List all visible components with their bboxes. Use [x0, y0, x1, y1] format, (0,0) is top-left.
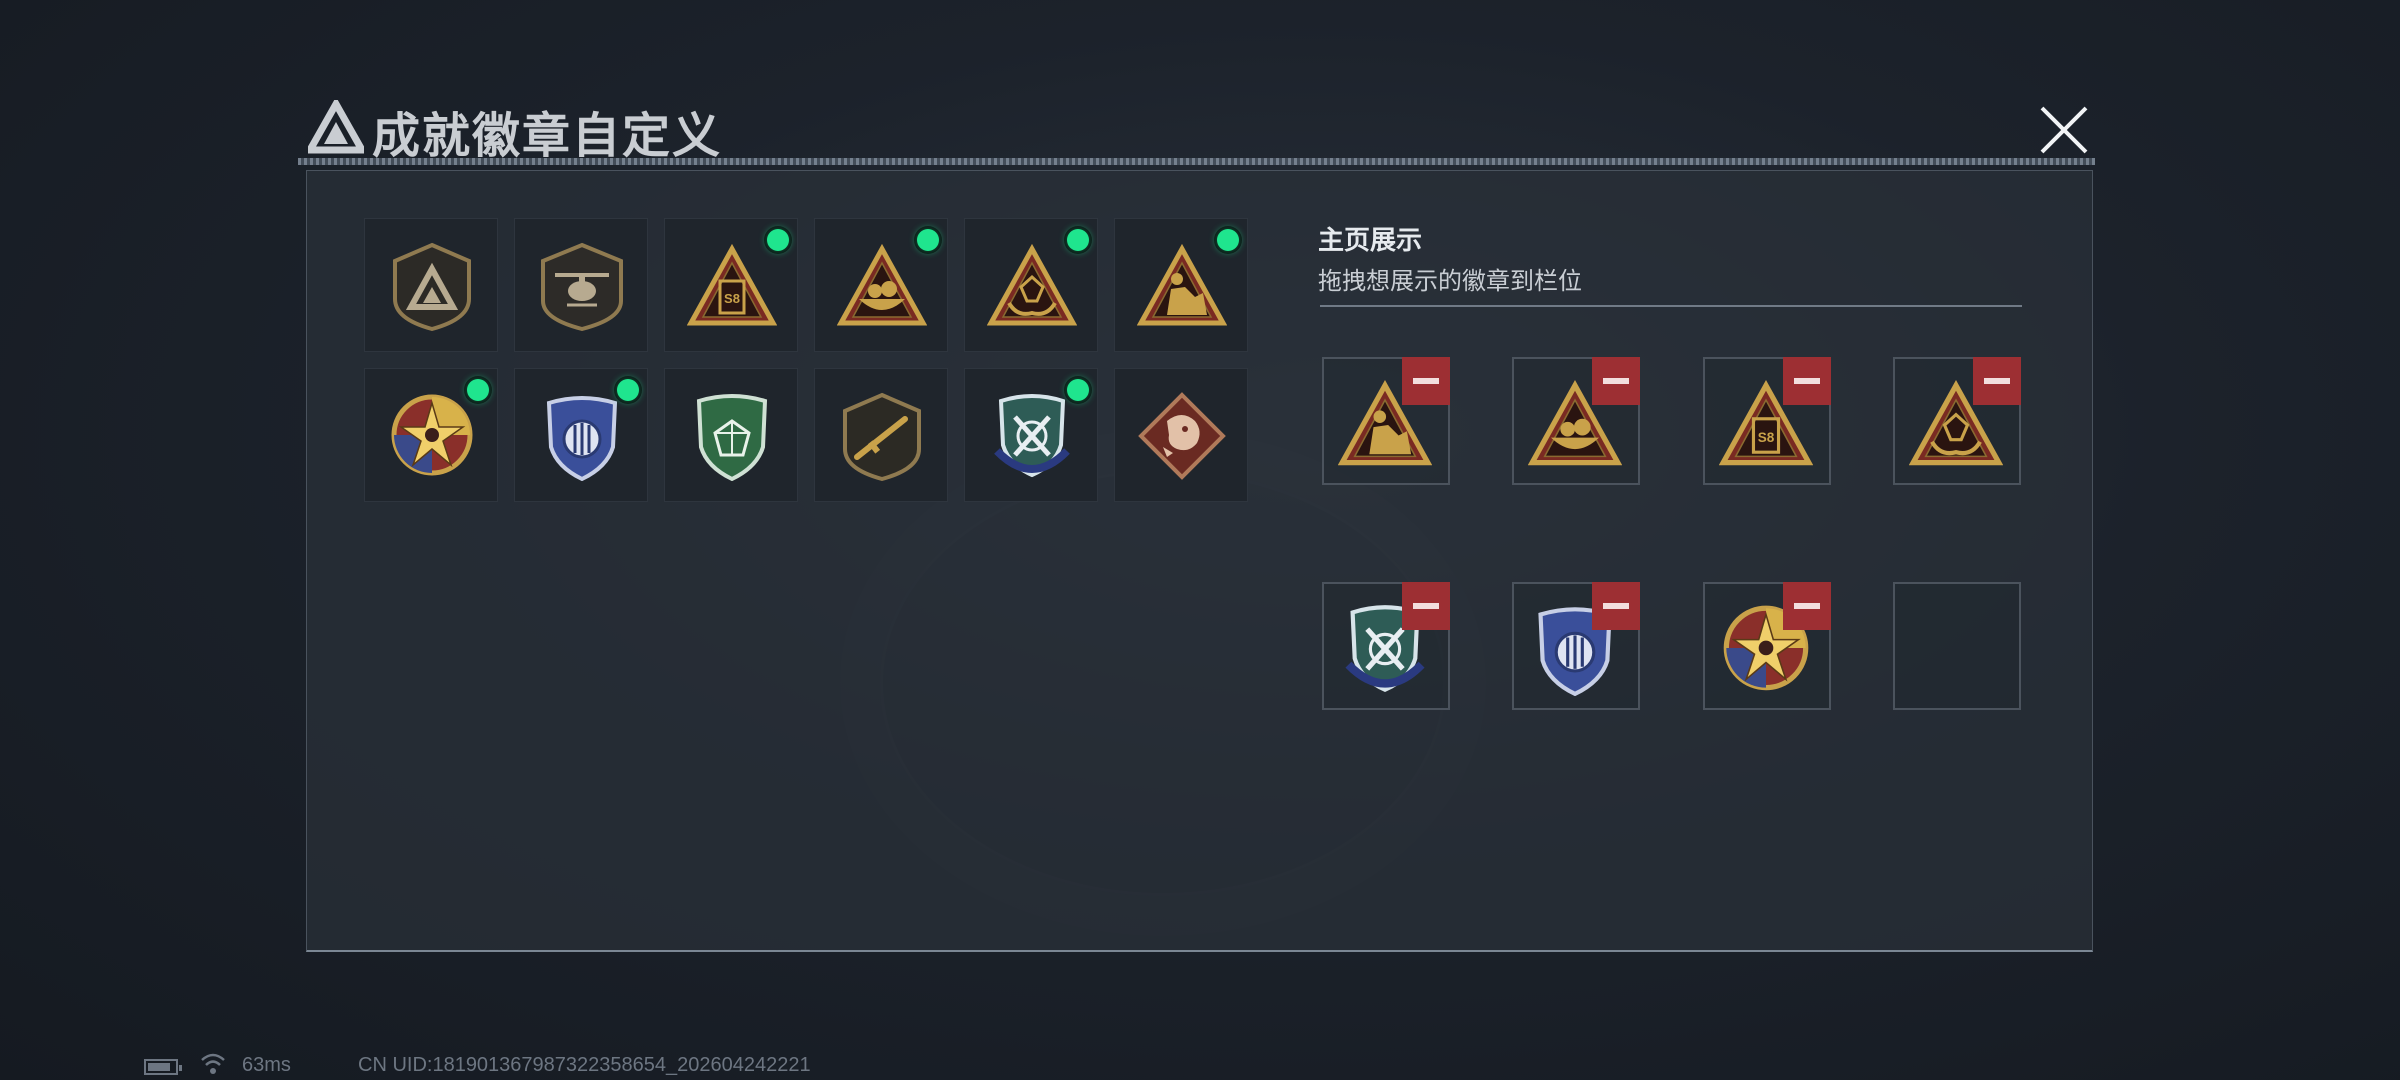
uid-text: CN UID:18190136798732235865­4_2026042422…: [358, 1054, 811, 1076]
bowl-triangle-badge-icon: [837, 243, 927, 326]
svg-text:S8: S8: [724, 291, 740, 306]
badge-slot[interactable]: [364, 368, 498, 502]
dragon-diamond-badge-icon: [1138, 392, 1226, 480]
showcase-slot[interactable]: S8: [1703, 357, 1831, 485]
showcase-slot-empty[interactable]: [1893, 582, 2021, 710]
wifi-icon: [201, 1053, 225, 1074]
svg-text:S8: S8: [1758, 430, 1775, 445]
rifle-shield-badge-icon: [843, 392, 921, 481]
close-button[interactable]: [2032, 98, 2096, 162]
star-compass-badge-icon: [391, 394, 473, 476]
showcase-slot[interactable]: [1512, 357, 1640, 485]
s8-triangle-badge-icon: S8: [687, 243, 777, 326]
showcase-slot[interactable]: [1322, 582, 1450, 710]
triangle-logo-icon: [308, 100, 364, 154]
helicopter-badge-icon: [541, 242, 623, 331]
badge-slot[interactable]: [514, 368, 648, 502]
ping-text: 63ms: [242, 1054, 291, 1076]
showcase-title: 主页展示: [1318, 225, 1423, 255]
showcase-divider: [1320, 305, 2022, 307]
showcase-subtitle: 拖拽想展示的徽章到栏位: [1318, 268, 1582, 295]
showcase-slot[interactable]: [1893, 357, 2021, 485]
remove-badge-button[interactable]: [1592, 357, 1640, 405]
remove-badge-button[interactable]: [1783, 582, 1831, 630]
remove-badge-button[interactable]: [1402, 357, 1450, 405]
badge-slot[interactable]: [814, 368, 948, 502]
badge-slot[interactable]: [1114, 368, 1248, 502]
equipped-indicator: [1067, 379, 1089, 401]
remove-badge-button[interactable]: [1783, 357, 1831, 405]
blue-shield-badge-icon: [546, 396, 618, 481]
remove-badge-button[interactable]: [1973, 357, 2021, 405]
badge-slot[interactable]: [364, 218, 498, 352]
equipped-indicator: [917, 229, 939, 251]
equipped-indicator: [767, 229, 789, 251]
showcase-slot[interactable]: [1322, 357, 1450, 485]
crossed-swords-shield-badge-icon: [994, 394, 1070, 478]
battery-icon: [144, 1059, 182, 1075]
soldier-triangle-badge-icon: [1137, 243, 1227, 326]
badge-slot[interactable]: [664, 368, 798, 502]
gem-hands-triangle-badge-icon: [987, 243, 1077, 326]
green-gem-shield-badge-icon: [696, 394, 768, 481]
equipped-indicator: [467, 379, 489, 401]
badge-slot[interactable]: S8: [664, 218, 798, 352]
badge-slot[interactable]: [814, 218, 948, 352]
page-title: 成就徽章自定义: [372, 110, 723, 163]
close-icon: [2040, 106, 2088, 154]
showcase-slot[interactable]: [1512, 582, 1640, 710]
title-bar: 成就徽章自定义: [298, 92, 2095, 168]
title-divider: [298, 158, 2095, 165]
equipped-indicator: [617, 379, 639, 401]
badge-slot[interactable]: [1114, 218, 1248, 352]
remove-badge-button[interactable]: [1592, 582, 1640, 630]
triangle-logo-badge-icon: [393, 242, 471, 331]
equipped-indicator: [1067, 229, 1089, 251]
showcase-slot[interactable]: [1703, 582, 1831, 710]
remove-badge-button[interactable]: [1402, 582, 1450, 630]
badge-slot[interactable]: [964, 368, 1098, 502]
equipped-indicator: [1217, 229, 1239, 251]
badge-slot[interactable]: [514, 218, 648, 352]
badge-slot[interactable]: [964, 218, 1098, 352]
